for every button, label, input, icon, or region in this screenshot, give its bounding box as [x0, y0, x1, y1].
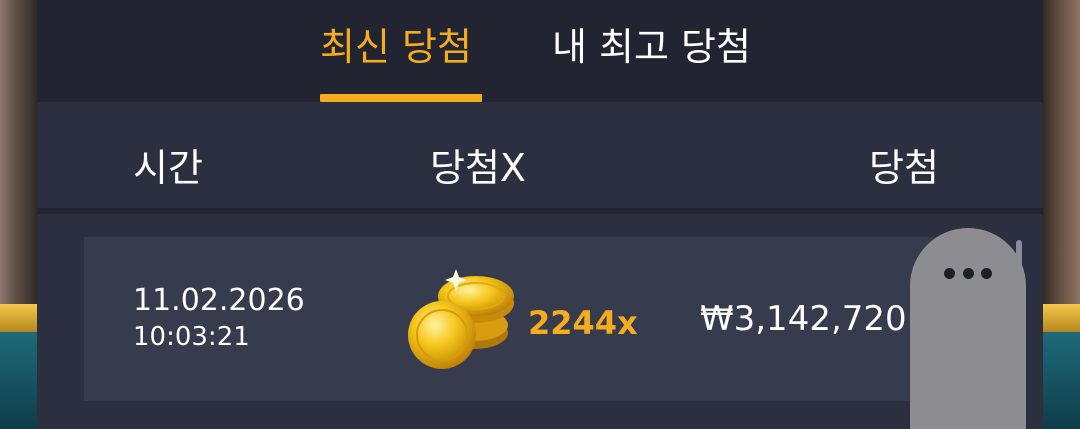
- win-amount: ₩3,142,720.0: [700, 299, 940, 339]
- game-background-left: [0, 0, 40, 429]
- wins-panel: 최신 당첨 내 최고 당첨 시간 당첨X 당첨 11.02.2026 10:03…: [37, 0, 1043, 429]
- gold-coins-icon: [406, 263, 516, 373]
- win-multiplier: 2244x: [528, 304, 638, 342]
- header-divider: [37, 208, 1043, 214]
- column-header-win: 당첨: [869, 146, 939, 190]
- teal-panel: [1040, 332, 1080, 429]
- game-background-right: [1040, 0, 1080, 429]
- column-header-multiplier: 당첨X: [430, 146, 526, 190]
- table-header: 시간 당첨X 당첨: [37, 102, 1043, 210]
- column-header-time: 시간: [133, 146, 203, 190]
- more-dots-icon: [944, 268, 992, 280]
- tab-my-best-wins[interactable]: 내 최고 당첨: [552, 16, 751, 71]
- tab-latest-wins[interactable]: 최신 당첨: [320, 16, 472, 71]
- win-time: 10:03:21: [133, 322, 250, 352]
- gold-trim: [1040, 304, 1080, 332]
- active-tab-indicator: [320, 94, 482, 102]
- gold-trim: [0, 304, 40, 332]
- teal-panel: [0, 332, 40, 429]
- tab-bar: 최신 당첨 내 최고 당첨: [37, 0, 1043, 102]
- more-button[interactable]: [910, 228, 1026, 429]
- table-row[interactable]: 11.02.2026 10:03:21 2244x ₩3,142,720.0: [84, 237, 964, 401]
- win-date: 11.02.2026: [133, 283, 305, 318]
